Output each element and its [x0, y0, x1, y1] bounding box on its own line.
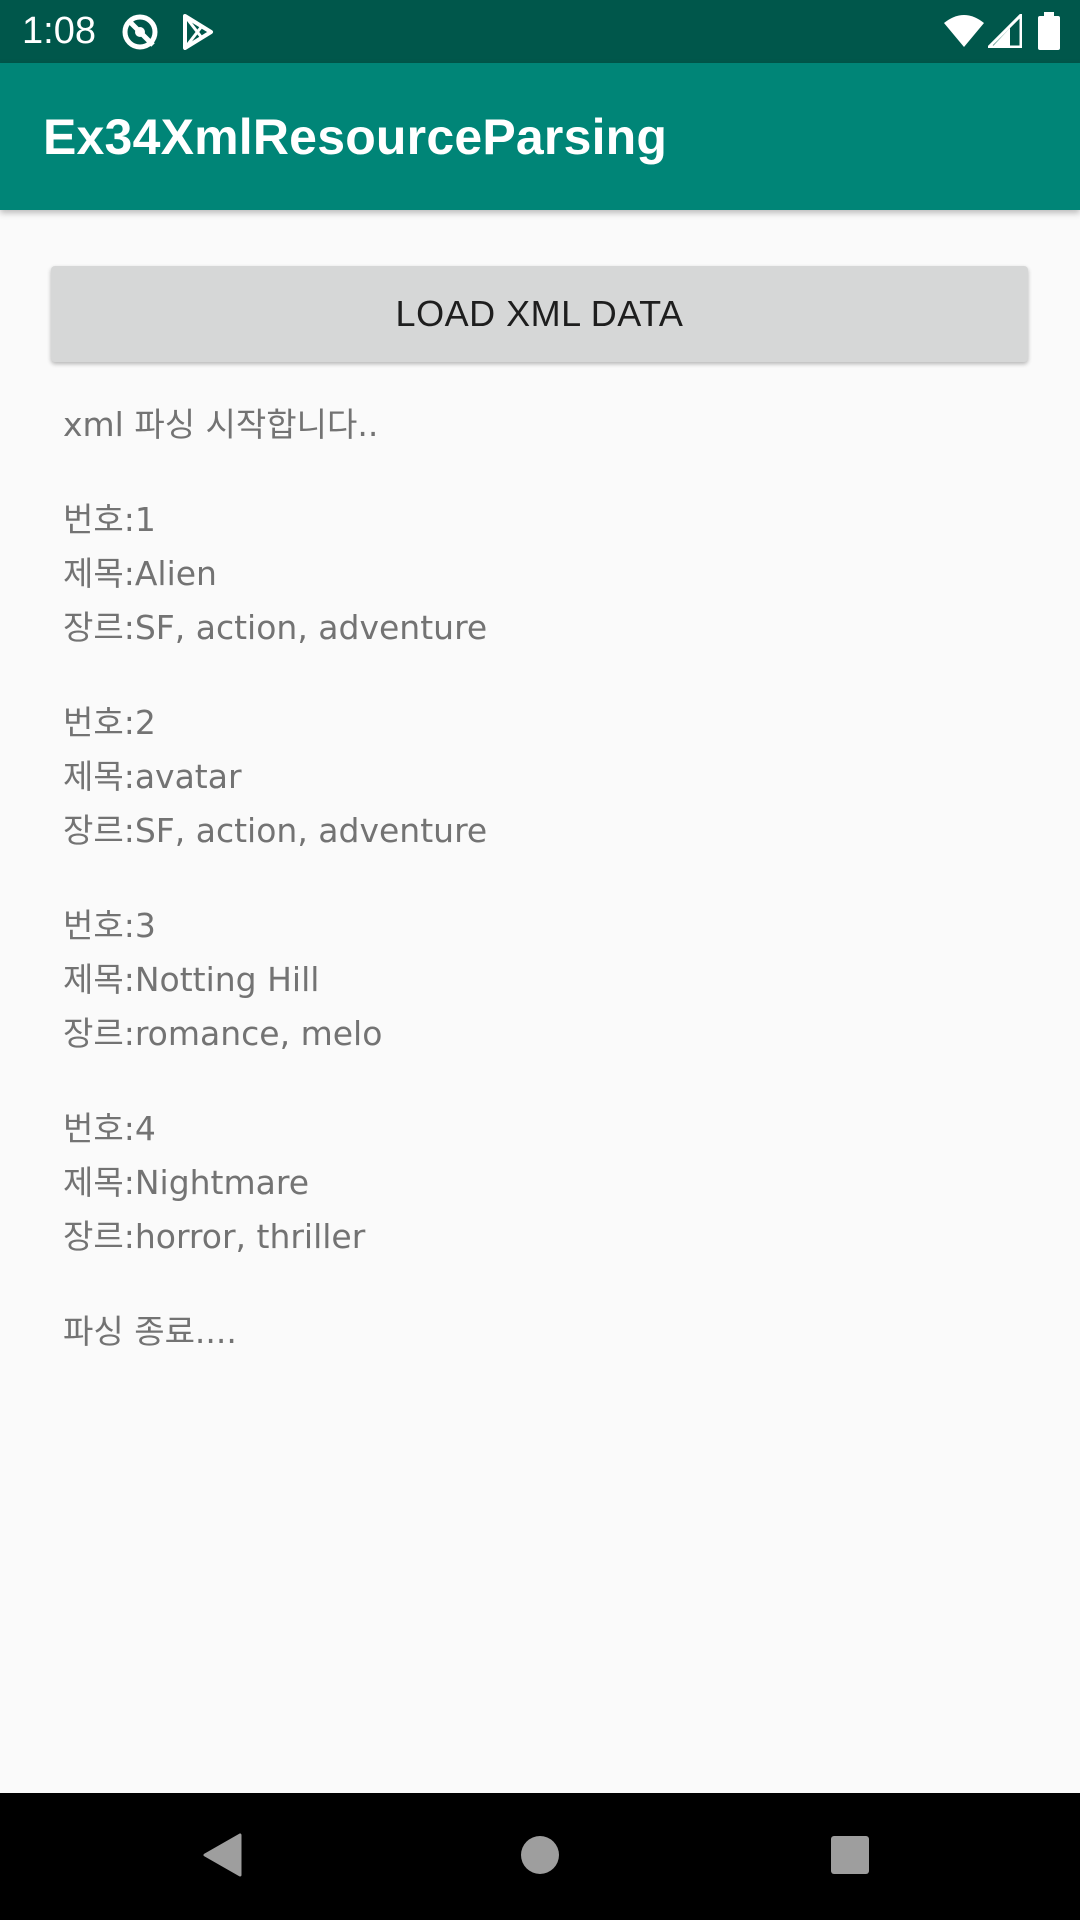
record-4: 번호:4 제목:Nightmare 장르:horror, thriller	[63, 1102, 1023, 1264]
record-number: 번호:4	[63, 1109, 156, 1148]
back-icon	[200, 1832, 246, 1882]
recents-button[interactable]	[830, 1793, 870, 1920]
status-time: 1:08	[22, 10, 96, 52]
record-genre: 장르:SF, action, adventure	[63, 608, 488, 647]
play-store-icon	[182, 14, 214, 50]
record-title: 제목:Notting Hill	[63, 960, 320, 999]
status-bar: 1:08	[0, 0, 1080, 63]
record-title: 제목:Alien	[63, 554, 217, 593]
cellular-signal-icon	[988, 14, 1022, 48]
record-number: 번호:2	[63, 703, 156, 742]
record-1: 번호:1 제목:Alien 장르:SF, action, adventure	[63, 493, 1023, 655]
wifi-icon	[944, 14, 984, 48]
parse-end-message: 파싱 종료....	[63, 1312, 237, 1351]
record-title: 제목:avatar	[63, 757, 242, 796]
app-title: Ex34XmlResourceParsing	[43, 109, 668, 165]
record-genre: 장르:SF, action, adventure	[63, 811, 488, 850]
home-icon	[519, 1834, 561, 1880]
back-button[interactable]	[200, 1793, 246, 1920]
record-title: 제목:Nightmare	[63, 1163, 310, 1202]
battery-icon	[1038, 12, 1060, 50]
record-genre: 장르:romance, melo	[63, 1014, 383, 1053]
app-bar: Ex34XmlResourceParsing	[0, 63, 1080, 210]
navigation-bar	[0, 1793, 1080, 1920]
parse-output-text: xml 파싱 시작합니다.. 번호:1 제목:Alien 장르:SF, acti…	[63, 398, 1023, 1359]
load-xml-data-button[interactable]: LOAD XML DATA	[51, 266, 1028, 362]
home-button[interactable]	[519, 1793, 561, 1920]
record-number: 번호:3	[63, 906, 156, 945]
record-2: 번호:2 제목:avatar 장르:SF, action, adventure	[63, 696, 1023, 858]
recents-icon	[830, 1835, 870, 1879]
parse-start-message: xml 파싱 시작합니다..	[63, 405, 379, 444]
record-genre: 장르:horror, thriller	[63, 1217, 366, 1256]
record-number: 번호:1	[63, 500, 156, 539]
location-disabled-icon	[120, 12, 160, 52]
record-3: 번호:3 제목:Notting Hill 장르:romance, melo	[63, 899, 1023, 1061]
